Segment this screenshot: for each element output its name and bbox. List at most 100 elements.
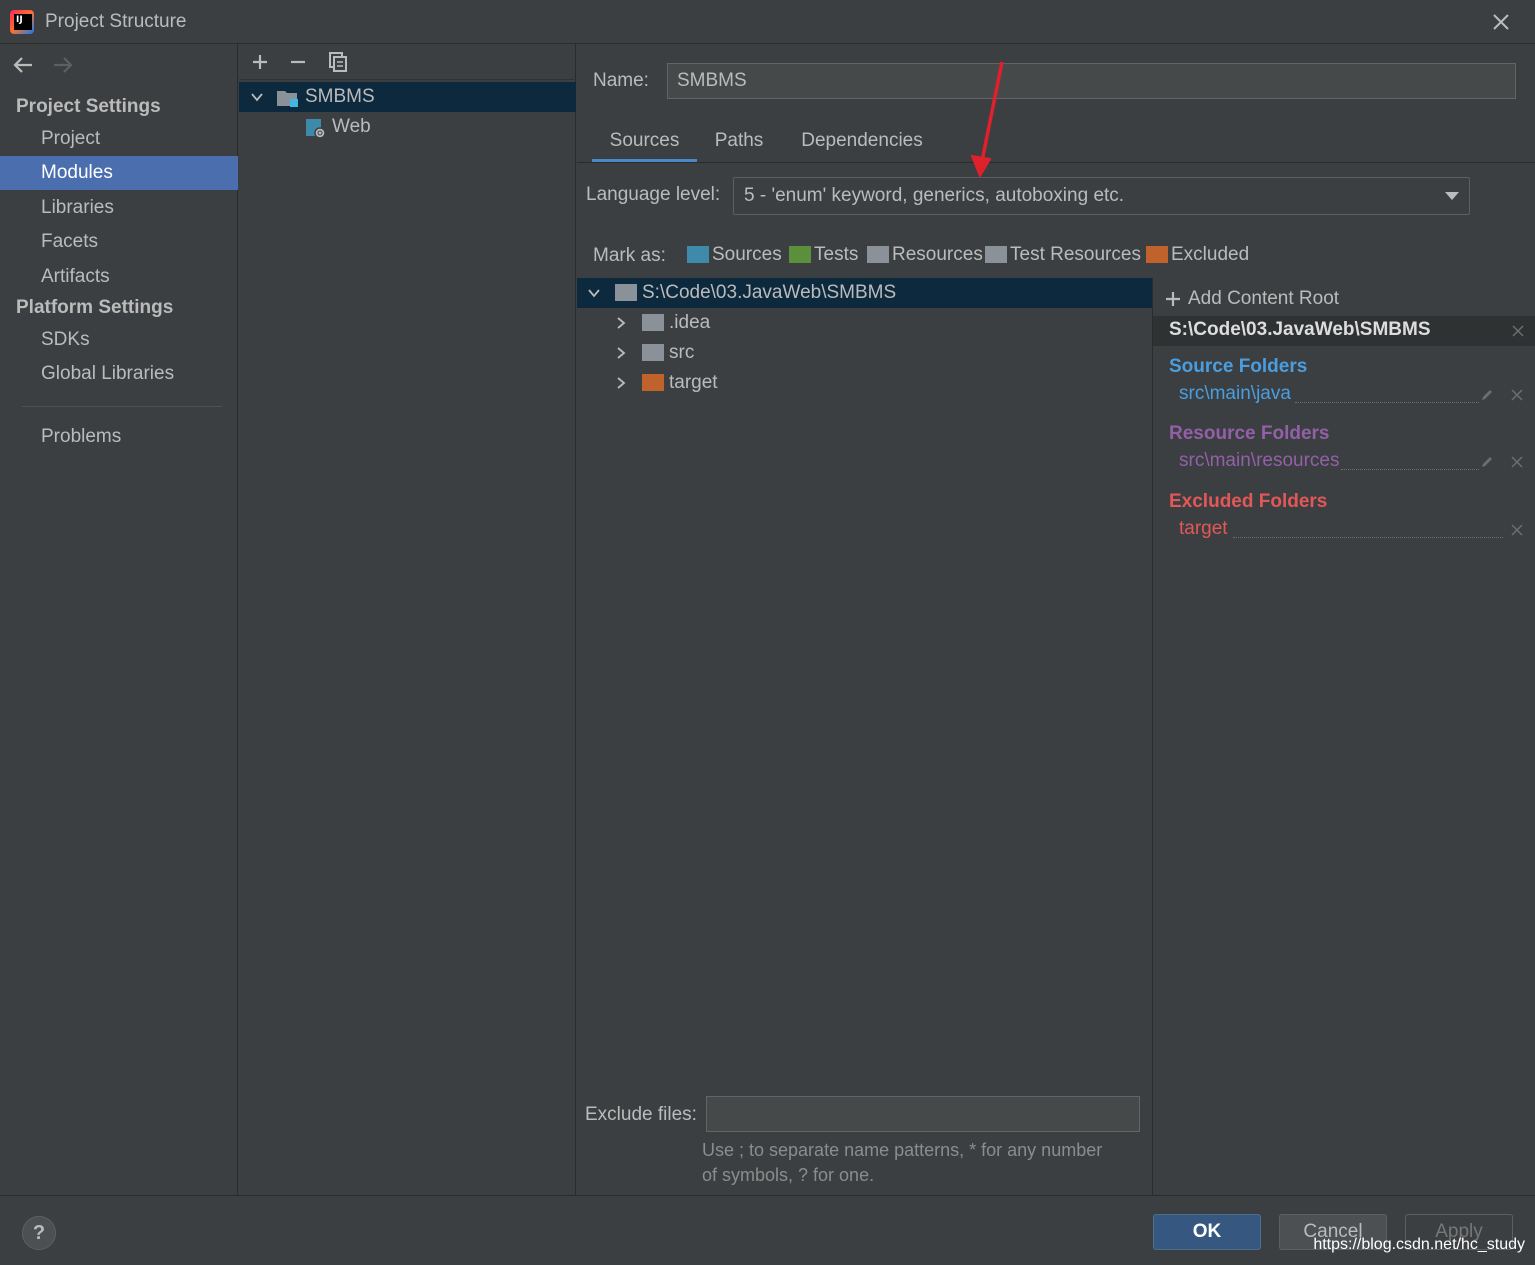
tree-row-content-root[interactable]: S:\Code\03.JavaWeb\SMBMS xyxy=(577,278,1152,308)
module-tree-row-web[interactable]: Web xyxy=(239,112,576,142)
watermark-text: https://blog.csdn.net/hc_study xyxy=(1313,1236,1525,1253)
sources-folder-icon xyxy=(687,246,709,264)
add-icon[interactable] xyxy=(248,50,272,74)
remove-excluded-folder-icon[interactable] xyxy=(1509,522,1525,538)
tests-folder-icon xyxy=(789,246,811,264)
nav-item-sdks[interactable]: SDKs xyxy=(0,323,238,357)
nav-item-modules[interactable]: Modules xyxy=(0,156,238,190)
content-roots-panel: Add Content Root S:\Code\03.JavaWeb\SMBM… xyxy=(1152,278,1535,1195)
remove-source-folder-icon[interactable] xyxy=(1509,387,1525,403)
tree-row-idea[interactable]: .idea xyxy=(577,308,1152,338)
dotted-leader xyxy=(1295,402,1479,403)
nav-item-global-libraries[interactable]: Global Libraries xyxy=(0,357,238,391)
edit-pencil-icon[interactable] xyxy=(1479,454,1495,470)
close-icon[interactable] xyxy=(1489,10,1513,34)
ok-button[interactable]: OK xyxy=(1153,1214,1261,1250)
nav-item-facets[interactable]: Facets xyxy=(0,225,238,259)
language-level-value: 5 - 'enum' keyword, generics, autoboxing… xyxy=(744,185,1125,206)
folder-label-target: target xyxy=(669,372,718,393)
module-details-panel: Name: SMBMS Sources Paths Dependencies L… xyxy=(577,44,1535,1195)
mark-as-resources-button[interactable]: Resources xyxy=(867,244,983,270)
language-level-label: Language level: xyxy=(586,184,721,205)
dropdown-arrow-icon[interactable] xyxy=(1445,192,1459,200)
folder-icon xyxy=(642,344,664,361)
excluded-folder-icon xyxy=(1146,246,1168,264)
nav-divider xyxy=(22,406,222,407)
settings-sidebar: Project Settings Project Modules Librari… xyxy=(0,44,238,1195)
tab-sources[interactable]: Sources xyxy=(592,130,697,162)
chevron-right-icon[interactable] xyxy=(614,316,628,330)
exclude-files-hint-line2: of symbols, ? for one. xyxy=(702,1165,875,1185)
test-resources-folder-icon xyxy=(985,246,1007,264)
module-folder-icon xyxy=(277,91,298,107)
mark-as-excluded-label: Excluded xyxy=(1171,244,1250,265)
dotted-leader xyxy=(1233,537,1503,538)
edit-pencil-icon[interactable] xyxy=(1479,387,1495,403)
intellij-app-icon xyxy=(10,10,34,34)
resource-folder-entry[interactable]: src\main\resources xyxy=(1179,450,1340,472)
remove-resource-folder-icon[interactable] xyxy=(1509,454,1525,470)
dialog-button-bar: ? OK Cancel Apply https://blog.csdn.net/… xyxy=(0,1195,1535,1265)
chevron-right-icon[interactable] xyxy=(614,376,628,390)
nav-item-libraries[interactable]: Libraries xyxy=(0,191,238,225)
mark-as-test-resources-button[interactable]: Test Resources xyxy=(985,244,1141,270)
add-content-root-label: Add Content Root xyxy=(1188,288,1340,309)
mark-as-test-resources-label: Test Resources xyxy=(1010,244,1141,265)
module-toolbar xyxy=(239,44,576,80)
mark-as-excluded-button[interactable]: Excluded xyxy=(1146,244,1249,270)
dotted-leader xyxy=(1341,469,1479,470)
source-folder-entry[interactable]: src\main\java xyxy=(1179,383,1291,405)
mark-as-resources-label: Resources xyxy=(892,244,983,265)
remove-content-root-icon[interactable] xyxy=(1510,323,1526,339)
excluded-folder-entry[interactable]: target xyxy=(1179,518,1228,540)
nav-item-problems[interactable]: Problems xyxy=(0,420,238,454)
resources-folder-icon xyxy=(867,246,889,264)
back-arrow-icon[interactable] xyxy=(10,52,36,78)
nav-item-artifacts[interactable]: Artifacts xyxy=(0,260,238,294)
folder-label-src: src xyxy=(669,342,695,363)
plus-icon xyxy=(1166,292,1180,306)
forward-arrow-icon[interactable] xyxy=(50,52,76,78)
mark-as-sources-button[interactable]: Sources xyxy=(687,244,782,270)
content-root-label: S:\Code\03.JavaWeb\SMBMS xyxy=(642,282,897,303)
language-level-dropdown[interactable]: 5 - 'enum' keyword, generics, autoboxing… xyxy=(733,177,1470,215)
content-root-tree: S:\Code\03.JavaWeb\SMBMS .idea src targe… xyxy=(577,278,1152,1078)
folder-icon xyxy=(642,314,664,331)
excluded-folder-icon xyxy=(642,374,664,391)
mark-as-label: Mark as: xyxy=(593,245,666,266)
mark-as-tests-button[interactable]: Tests xyxy=(789,244,858,270)
resource-folders-heading: Resource Folders xyxy=(1169,423,1330,444)
web-facet-icon xyxy=(306,119,326,139)
exclude-files-label: Exclude files: xyxy=(585,1104,697,1125)
tree-row-target[interactable]: target xyxy=(577,368,1152,398)
content-root-header[interactable]: S:\Code\03.JavaWeb\SMBMS xyxy=(1153,316,1535,346)
help-button[interactable]: ? xyxy=(22,1216,56,1250)
platform-settings-heading: Platform Settings xyxy=(16,297,174,318)
window-title: Project Structure xyxy=(45,11,187,32)
tabs-divider xyxy=(577,162,1535,163)
exclude-files-hint-line1: Use ; to separate name patterns, * for a… xyxy=(702,1140,1103,1160)
nav-item-project[interactable]: Project xyxy=(0,122,238,156)
folder-icon xyxy=(615,284,637,301)
tab-dependencies[interactable]: Dependencies xyxy=(787,130,937,162)
facet-name-web: Web xyxy=(332,116,371,137)
source-folders-heading: Source Folders xyxy=(1169,356,1308,377)
mark-as-sources-label: Sources xyxy=(712,244,782,265)
tree-row-src[interactable]: src xyxy=(577,338,1152,368)
module-name-smbms: SMBMS xyxy=(305,86,375,107)
name-label: Name: xyxy=(593,70,649,91)
module-tree-row-smbms[interactable]: SMBMS xyxy=(239,82,576,112)
remove-icon[interactable] xyxy=(286,50,310,74)
content-root-path: S:\Code\03.JavaWeb\SMBMS xyxy=(1169,319,1431,340)
tab-paths[interactable]: Paths xyxy=(703,130,775,162)
chevron-down-icon[interactable] xyxy=(250,90,264,104)
module-tree-panel: SMBMS Web xyxy=(239,44,576,1195)
mark-as-tests-label: Tests xyxy=(814,244,859,265)
module-name-field[interactable]: SMBMS xyxy=(667,63,1516,99)
chevron-right-icon[interactable] xyxy=(614,346,628,360)
exclude-files-input[interactable] xyxy=(706,1096,1140,1132)
project-settings-heading: Project Settings xyxy=(16,96,161,117)
title-bar: Project Structure xyxy=(0,0,1535,44)
copy-icon[interactable] xyxy=(326,50,350,74)
chevron-down-icon[interactable] xyxy=(587,286,601,300)
